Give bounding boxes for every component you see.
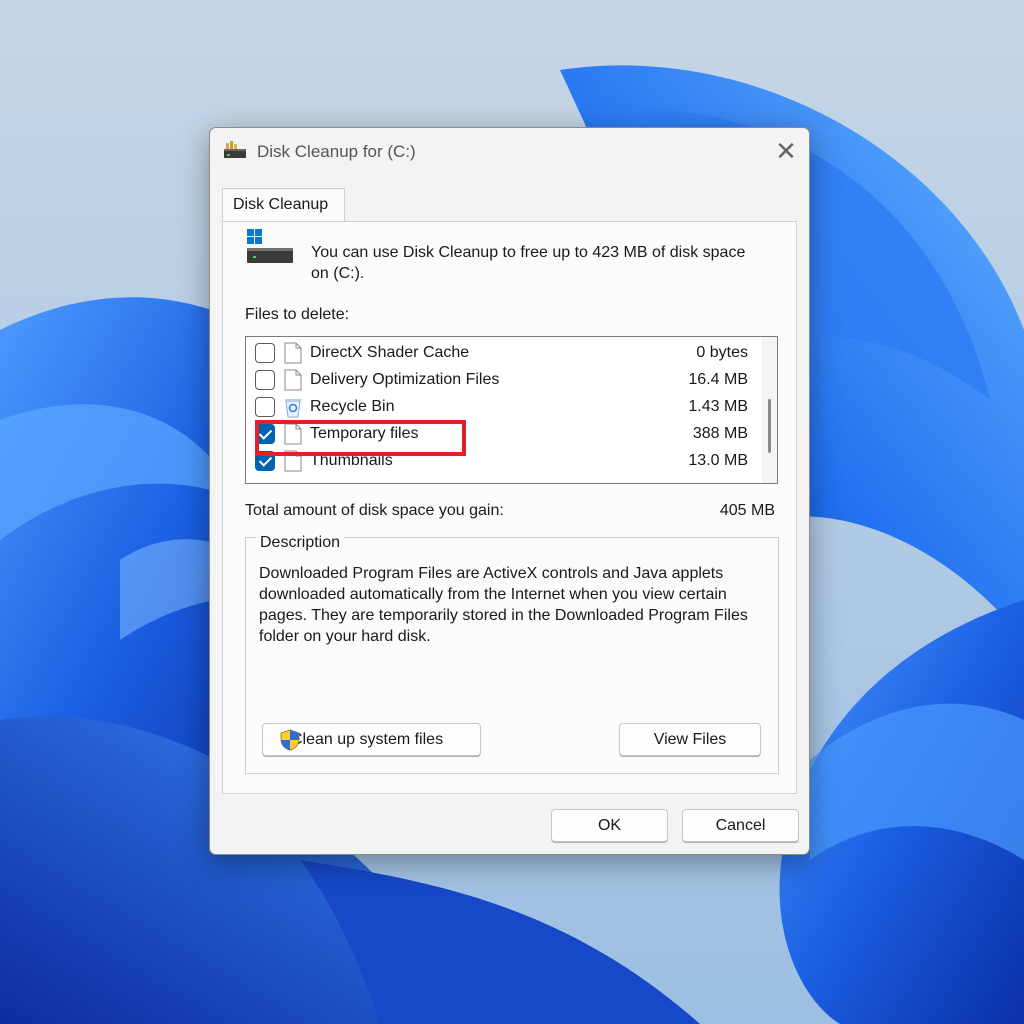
- checkbox-directx-shader-cache[interactable]: [255, 343, 275, 363]
- vertical-scrollbar[interactable]: [762, 337, 777, 483]
- list-item[interactable]: Recycle Bin 1.43 MB: [246, 394, 758, 421]
- item-size: 1.43 MB: [688, 398, 748, 415]
- checkbox-temporary-files[interactable]: [255, 424, 275, 444]
- list-item[interactable]: Thumbnails 13.0 MB: [246, 448, 758, 475]
- item-name: Thumbnails: [310, 452, 393, 469]
- item-name: Recycle Bin: [310, 398, 395, 415]
- file-icon: [284, 369, 302, 391]
- description-group: Description Downloaded Program Files are…: [245, 534, 779, 774]
- ok-button[interactable]: OK: [551, 809, 668, 842]
- file-icon: [284, 423, 302, 445]
- item-size: 388 MB: [692, 425, 748, 442]
- files-to-delete-label: Files to delete:: [245, 306, 350, 323]
- checkbox-delivery-optimization-files[interactable]: [255, 370, 275, 390]
- files-list[interactable]: DirectX Shader Cache 0 bytes Delivery Op…: [245, 336, 778, 484]
- checkbox-recycle-bin[interactable]: [255, 397, 275, 417]
- clean-up-system-files-label: Clean up system files: [291, 731, 444, 748]
- item-size: 16.4 MB: [688, 371, 748, 388]
- list-item[interactable]: Temporary files 388 MB: [246, 421, 758, 448]
- file-icon: [284, 450, 302, 472]
- disk-cleanup-dialog: Disk Cleanup for (C:) ✕ Disk Cleanup You…: [209, 127, 810, 855]
- clean-up-system-files-button[interactable]: Clean up system files: [262, 723, 481, 756]
- total-gain-label: Total amount of disk space you gain:: [245, 502, 504, 519]
- close-button[interactable]: ✕: [770, 136, 802, 168]
- view-files-button[interactable]: View Files: [619, 723, 761, 756]
- disk-cleanup-icon: [224, 141, 246, 158]
- item-name: DirectX Shader Cache: [310, 344, 470, 361]
- title-bar[interactable]: Disk Cleanup for (C:) ✕: [210, 128, 809, 176]
- drive-icon: [247, 229, 293, 263]
- total-gain-value: 405 MB: [719, 502, 775, 519]
- item-size: 0 bytes: [696, 344, 748, 361]
- checkbox-thumbnails[interactable]: [255, 451, 275, 471]
- intro-text: You can use Disk Cleanup to free up to 4…: [311, 244, 746, 282]
- recycle-bin-icon: [285, 399, 301, 418]
- scrollbar-thumb[interactable]: [768, 399, 771, 453]
- description-legend: Description: [256, 534, 345, 552]
- file-icon: [284, 342, 302, 364]
- list-item[interactable]: Delivery Optimization Files 16.4 MB: [246, 367, 758, 394]
- cancel-button[interactable]: Cancel: [682, 809, 799, 842]
- uac-shield-icon: [280, 729, 300, 751]
- close-icon: ✕: [775, 136, 797, 166]
- tab-disk-cleanup[interactable]: Disk Cleanup: [222, 188, 345, 222]
- item-name: Delivery Optimization Files: [310, 371, 500, 388]
- item-name: Temporary files: [310, 425, 419, 442]
- item-size: 13.0 MB: [688, 452, 748, 469]
- list-item[interactable]: DirectX Shader Cache 0 bytes: [246, 340, 758, 367]
- window-title: Disk Cleanup for (C:): [257, 142, 416, 161]
- tab-panel: You can use Disk Cleanup to free up to 4…: [222, 221, 797, 794]
- description-text: Downloaded Program Files are ActiveX con…: [259, 565, 748, 645]
